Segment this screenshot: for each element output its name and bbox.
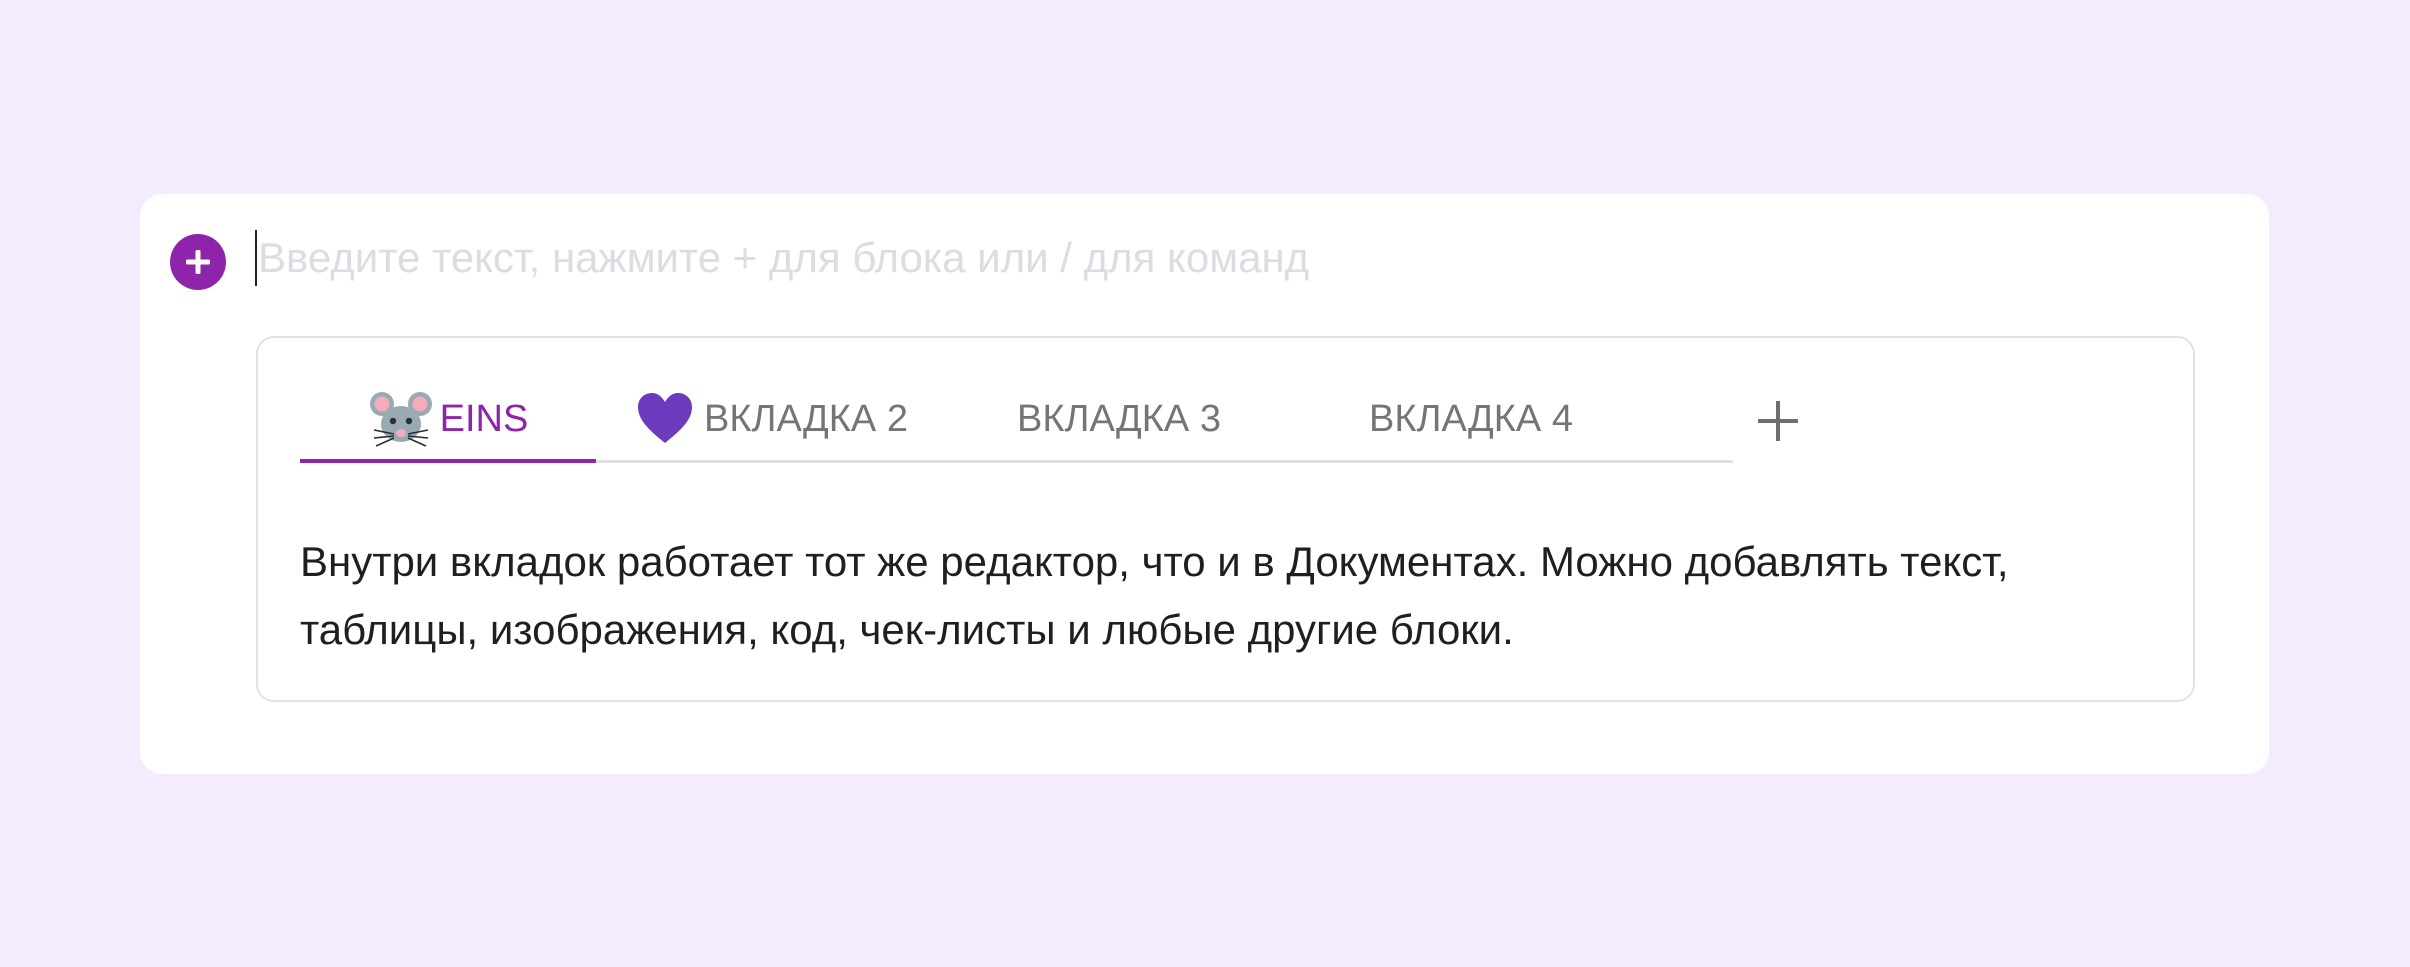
tab-vkladka-2[interactable]: ВКЛАДКА 2 [596,378,944,460]
text-cursor [255,230,257,286]
editor-card: Введите текст, нажмите + для блока или /… [140,194,2269,774]
tab-eins[interactable]: EINS [300,378,596,463]
tabs-block: EINS ВКЛАДКА 2 ВКЛАДКА 3 ВКЛАДКА 4 Внутр… [256,336,2195,702]
active-tab-indicator [300,459,596,463]
plus-icon [1758,401,1798,441]
tab-label: ВКЛАДКА 4 [1369,397,1573,440]
add-tab-button[interactable] [1747,390,1809,452]
plus-icon [186,250,210,274]
editor-placeholder[interactable]: Введите текст, нажмите + для блока или /… [258,228,1309,288]
tab-label: EINS [439,397,529,440]
tab-vkladka-4[interactable]: ВКЛАДКА 4 [1294,378,1648,460]
add-block-button[interactable] [170,234,226,290]
tab-label: ВКЛАДКА 3 [1017,397,1221,440]
purple-heart-icon [632,386,698,452]
tab-content-text[interactable]: Внутри вкладок работает тот же редактор,… [300,528,2150,664]
tab-vkladka-3[interactable]: ВКЛАДКА 3 [944,378,1294,460]
tab-label: ВКЛАДКА 2 [704,397,908,440]
mouse-face-icon [368,386,434,452]
tab-bar: EINS ВКЛАДКА 2 ВКЛАДКА 3 ВКЛАДКА 4 [300,378,1733,463]
